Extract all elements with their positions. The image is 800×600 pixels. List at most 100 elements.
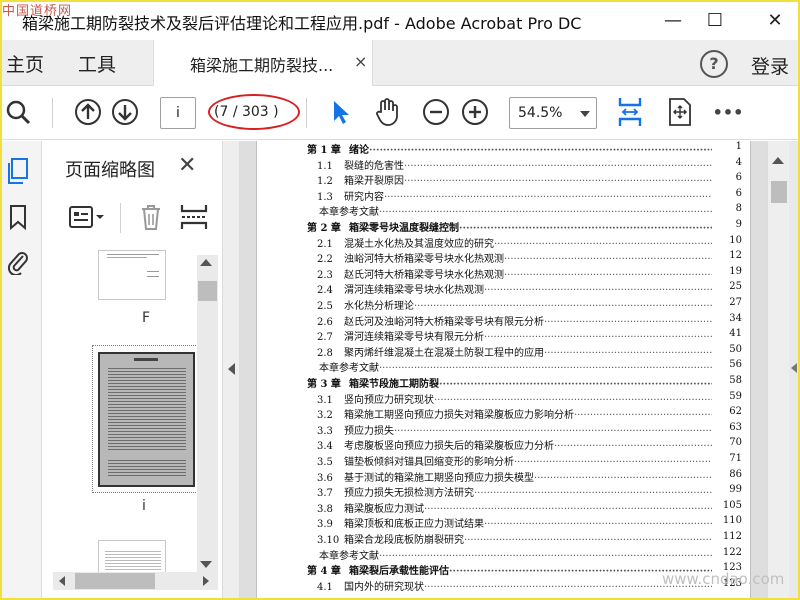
toc-entry[interactable]: 2.5 水化热分析理论······························… (317, 297, 712, 312)
toc-leader: ········································… (404, 176, 712, 188)
toc-entry[interactable]: 1.1 裂缝的危害性·······························… (317, 157, 712, 172)
toc-entry[interactable]: 第 2 章箱梁零号块温度裂缝控制························… (307, 219, 712, 234)
toc-number: 1.2 (317, 176, 333, 188)
page-thumbnail-selected[interactable] (98, 352, 195, 487)
toc-title: 箱梁顶板和底板正应力测试结果 (344, 519, 484, 531)
attachments-icon[interactable] (4, 246, 32, 276)
toc-page-number: 9 (735, 219, 742, 230)
toc-title: 箱梁零号块温度裂缝控制 (349, 223, 459, 234)
scroll-up-arrow[interactable] (772, 157, 784, 164)
toc-entry[interactable]: 3.8 箱梁腹板应力测试·····························… (317, 500, 712, 515)
toc-entry[interactable]: 2.1 混凝土水化热及其温度效应的研究······················… (317, 235, 712, 250)
scroll-thumb[interactable] (198, 281, 217, 301)
toc-entry[interactable]: 1.2 箱梁开裂原因·······························… (317, 172, 712, 187)
toc-leader: ········································… (534, 472, 712, 484)
toc-leader: ········································… (484, 285, 712, 297)
select-tool-icon[interactable] (324, 96, 356, 128)
hand-tool-icon[interactable] (371, 96, 403, 128)
previous-page-icon[interactable] (72, 96, 104, 128)
search-icon[interactable] (2, 96, 34, 128)
page-thumbnail[interactable] (98, 250, 166, 300)
minimize-button[interactable]: — (658, 6, 688, 34)
toc-entry[interactable]: 第 3 章箱梁节段施工期防裂··························… (307, 375, 712, 390)
extract-page-icon[interactable] (177, 201, 211, 233)
toc-entry[interactable]: 3.5 锚垫板倾斜对锚具回缩变形的影响分析····················… (317, 453, 712, 468)
expand-pane-arrow[interactable] (791, 363, 797, 373)
toc-entry[interactable]: 第 4 章箱梁裂后承载性能评估·························… (307, 562, 712, 577)
fit-width-icon[interactable] (614, 96, 646, 128)
pane-collapse-bar[interactable] (222, 141, 240, 600)
right-pane-toggle[interactable] (789, 141, 800, 600)
toc-entry[interactable]: 3.3 预应力损失································… (317, 422, 712, 437)
page-number-input[interactable]: i (160, 97, 196, 129)
toc-number: 3.8 (317, 503, 333, 515)
toc-title: 渭河连续箱梁零号块水化热观测 (344, 285, 484, 297)
tab-tools[interactable]: 工具 (78, 50, 116, 77)
thumbnail-list[interactable]: F i (53, 250, 218, 590)
toc-number: 2.6 (317, 316, 333, 328)
document-view[interactable]: 第 1 章绪论·································… (240, 141, 767, 600)
toc-entry[interactable]: 2.2 浊峪河特大桥箱梁零号块水化热观测·····················… (317, 250, 712, 265)
toc-entry[interactable]: 3.9 箱梁顶板和底板正应力测试结果·······················… (317, 515, 712, 530)
scroll-up-arrow[interactable] (200, 259, 212, 266)
toc-page-number: 112 (722, 531, 742, 542)
thumbnail-heading (134, 358, 158, 361)
toc-entry[interactable]: 3.4 考虑腹板竖向预应力损失后的箱梁腹板应力分析················… (317, 437, 712, 452)
toc-page-number: 110 (722, 515, 742, 527)
toc-title: 研究内容 (344, 191, 384, 203)
scroll-down-arrow[interactable] (200, 561, 212, 568)
thumbnail-options-icon[interactable] (66, 201, 108, 233)
tab-home[interactable]: 主页 (6, 50, 44, 77)
toc-entry[interactable]: 3.2 箱梁施工期竖向预应力损失对箱梁腹板应力影响分析··············… (317, 406, 712, 421)
toc-leader: ········································… (384, 191, 712, 203)
toc-entry[interactable]: 2.8 聚丙烯纤维混凝土在混凝土防裂工程中的应用·················… (317, 344, 712, 359)
scroll-left-arrow[interactable] (59, 576, 65, 586)
toc-leader: ········································… (379, 207, 712, 219)
document-tab-close[interactable]: × (354, 52, 367, 71)
toc-entry[interactable]: 第 1 章绪论·································… (307, 141, 712, 156)
toc-entry[interactable]: 2.7 渭河连续箱梁零号块有限元分析·······················… (317, 328, 712, 343)
next-page-icon[interactable] (109, 96, 141, 128)
close-pane-button[interactable]: ✕ (178, 153, 196, 178)
zoom-out-icon[interactable] (420, 96, 452, 128)
toc-entry[interactable]: 本章参考文献··································… (319, 203, 712, 218)
tab-document[interactable]: 箱梁施工期防裂技... × (153, 40, 373, 86)
toc-entry[interactable]: 3.10 箱梁合龙段底板防崩裂研究························… (317, 531, 712, 546)
toc-number: 1.1 (317, 160, 333, 172)
toc-entry[interactable]: 2.6 赵氏河及浊峪河特大桥箱梁零号块有限元分析·················… (317, 313, 712, 328)
zoom-select[interactable]: 54.5% (509, 97, 597, 129)
close-window-button[interactable]: ✕ (760, 6, 790, 34)
thumbnail-text-block (108, 458, 186, 476)
toc-entry[interactable]: 本章参考文献··································… (319, 359, 712, 374)
thumbnail-scrollbar[interactable] (197, 255, 218, 575)
collapse-pane-arrow[interactable] (228, 363, 235, 375)
bookmarks-icon[interactable] (4, 202, 32, 232)
highlight-annotation (208, 94, 300, 130)
toc-entry[interactable]: 3.6 基于测试的箱梁施工期竖向预应力损失模型··················… (317, 469, 712, 484)
maximize-button[interactable]: ☐ (700, 6, 730, 34)
scroll-thumb[interactable] (771, 181, 787, 203)
login-link[interactable]: 登录 (751, 52, 789, 79)
toc-entry[interactable]: 2.3 赵氏河特大桥箱梁零号块水化热观测·····················… (317, 266, 712, 281)
fit-page-icon[interactable] (664, 96, 696, 128)
toc-entry[interactable]: 2.4 渭河连续箱梁零号块水化热观测·······················… (317, 281, 712, 296)
toc-entry[interactable]: 4.1 国内外的研究现状·····························… (317, 578, 712, 593)
scroll-right-arrow[interactable] (203, 576, 209, 586)
toc-entry[interactable]: 1.3 研究内容·································… (317, 188, 712, 203)
help-button[interactable]: ? (700, 50, 728, 78)
toc-page-number: 27 (729, 297, 742, 308)
toc-entry[interactable]: 本章参考文献··································… (319, 547, 712, 562)
toc-leader: ········································… (464, 535, 712, 546)
toc-entry[interactable]: 3.1 竖向预应力研究现状····························… (317, 391, 712, 406)
more-tools-icon[interactable]: ••• (712, 96, 744, 128)
thumbnail-hscrollbar[interactable] (53, 572, 218, 590)
page-thumbnails-icon[interactable] (4, 156, 32, 186)
hscroll-thumb[interactable] (75, 573, 155, 589)
toc-number: 2.3 (317, 269, 333, 281)
delete-page-icon[interactable] (136, 201, 166, 233)
watermark: www.cndao.com (662, 570, 785, 588)
zoom-in-icon[interactable] (459, 96, 491, 128)
toc-title: 赵氏河特大桥箱梁零号块水化热观测 (344, 269, 504, 281)
document-scrollbar[interactable] (767, 141, 789, 600)
toc-entry[interactable]: 3.7 预应力损失无损检测方法研究························… (317, 484, 712, 499)
